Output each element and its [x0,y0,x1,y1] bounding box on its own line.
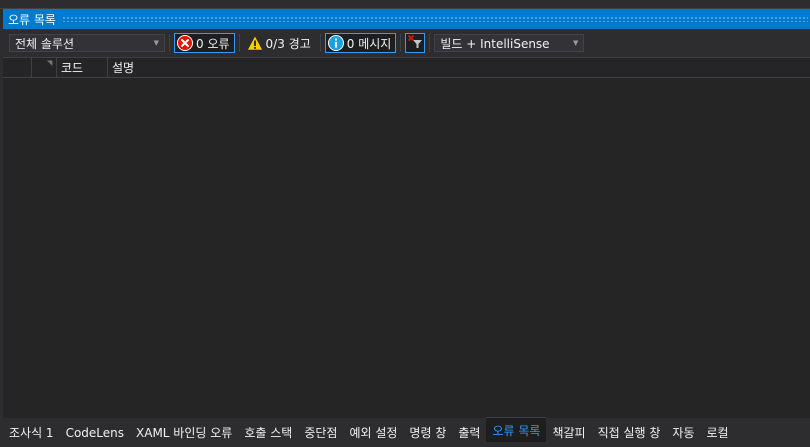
error-list-toolbar: 전체 솔루션 ▼ 0 오류 0/3 경고 0 메시지 빌드 + IntelliS… [3,30,810,56]
column-header-description-label: 설명 [112,61,135,75]
clear-filter-icon [407,34,423,53]
source-dropdown-value: 빌드 + IntelliSense [440,36,550,51]
error-list[interactable]: ◥ 코드 설명 [3,57,810,418]
warnings-filter-button[interactable]: 0/3 경고 [244,33,316,53]
messages-filter-label: 0 메시지 [346,36,392,51]
column-header-description[interactable]: 설명 [107,58,810,77]
info-icon [327,35,344,51]
panel-titlebar[interactable]: 오류 목록 [3,9,810,29]
tab-codelens[interactable]: CodeLens [60,422,130,444]
tab-breakpoints[interactable]: 중단점 [298,422,343,444]
warning-icon [246,35,263,51]
window-top-strip [0,0,810,9]
chevron-down-icon: ▼ [572,39,579,47]
toolbar-separator [429,34,431,52]
scope-dropdown[interactable]: 전체 솔루션 ▼ [9,34,165,52]
tab-autos[interactable]: 자동 [666,422,700,444]
clear-filter-button[interactable] [405,33,426,53]
source-dropdown[interactable]: 빌드 + IntelliSense ▼ [434,34,585,52]
tab-error-list[interactable]: 오류 목록 [486,417,547,442]
tool-window-tabs: 조사식 1 CodeLens XAML 바인딩 오류 호출 스택 중단점 예외 … [0,417,810,447]
column-header-code[interactable]: 코드 [56,58,107,77]
toolbar-separator [169,34,170,52]
tab-call-stack[interactable]: 호출 스택 [238,422,298,444]
column-header-icon[interactable] [3,58,31,77]
errors-filter-button[interactable]: 0 오류 [174,33,235,53]
chevron-down-icon: ▼ [153,39,159,47]
panel-title: 오류 목록 [8,12,56,27]
error-list-header: ◥ 코드 설명 [3,58,810,78]
errors-filter-label: 0 오류 [196,36,230,51]
tab-xaml-binding-errors[interactable]: XAML 바인딩 오류 [130,422,238,444]
messages-filter-button[interactable]: 0 메시지 [324,33,397,53]
error-icon [177,35,193,51]
tab-exception-settings[interactable]: 예외 설정 [343,422,403,444]
scope-dropdown-value: 전체 솔루션 [15,36,75,51]
toolbar-separator [319,34,321,52]
titlebar-grip[interactable] [61,16,808,22]
tab-command-window[interactable]: 명령 창 [403,422,452,444]
toolbar-separator [400,34,402,52]
column-resize-icon: ◥ [47,59,53,67]
column-header-code-label: 코드 [61,61,84,75]
tab-output[interactable]: 출력 [452,422,486,444]
tab-watch-1[interactable]: 조사식 1 [3,422,60,444]
tab-immediate-window[interactable]: 직접 실행 창 [592,422,667,444]
toolbar-separator [238,34,240,52]
warnings-filter-label: 0/3 경고 [265,36,311,51]
tab-bookmarks[interactable]: 책갈피 [546,422,591,444]
tab-locals[interactable]: 로컬 [701,422,735,444]
